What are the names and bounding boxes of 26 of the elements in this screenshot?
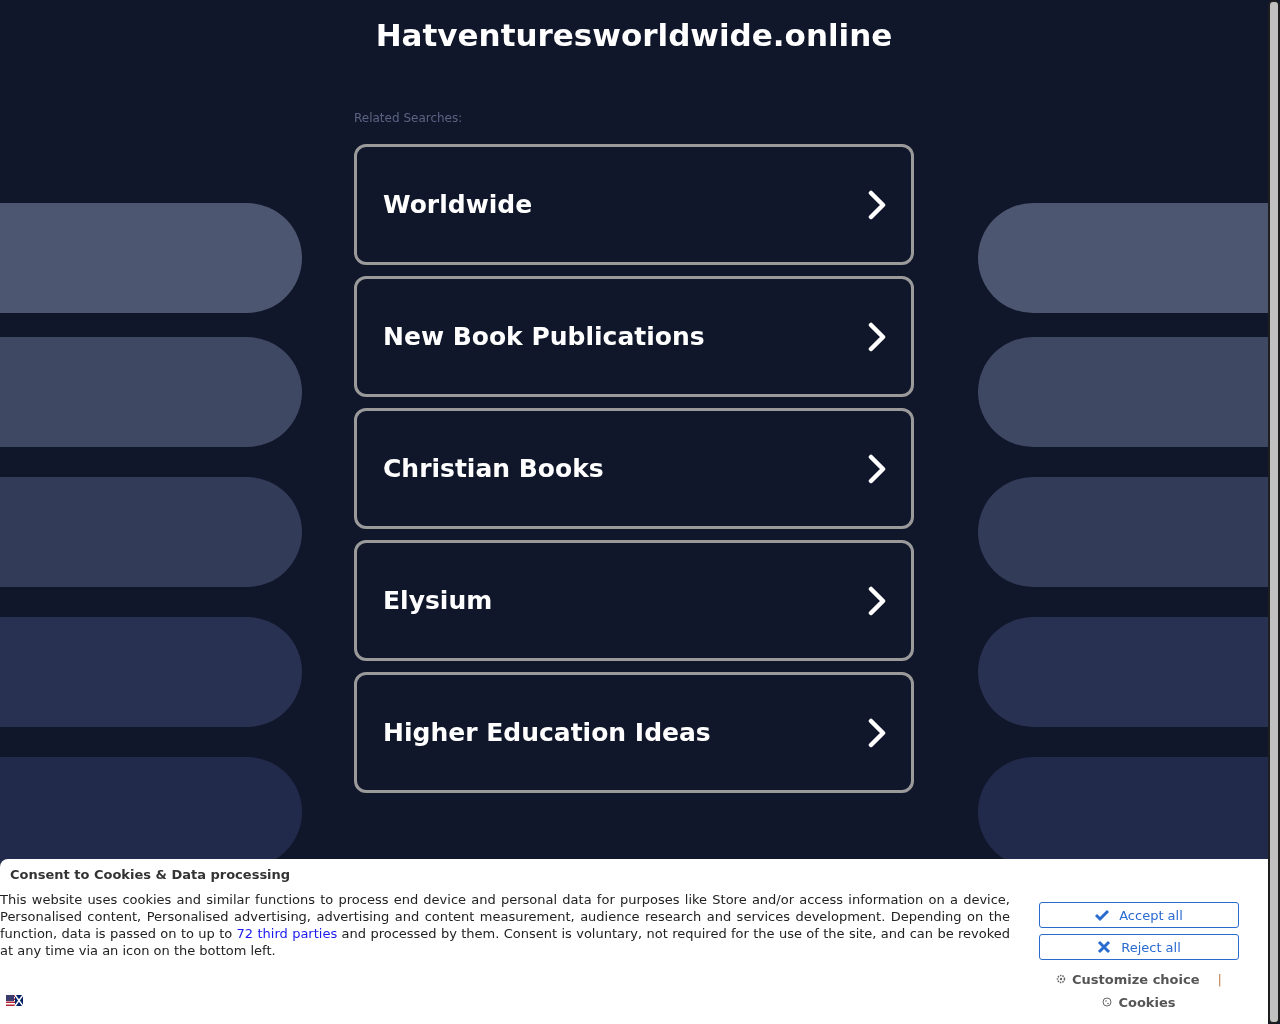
flag-icon[interactable] <box>6 995 23 1006</box>
related-search-link[interactable]: Elysium <box>354 540 914 661</box>
related-searches-label: Related Searches: <box>354 110 464 126</box>
consent-text: This website uses cookies and similar functions to process end device and personal data for purposes like Store and/or access information on a device, Personalised content, Personalised advertising, advertising and content measurement, audience research and services development. Depending on the function, data is passed on to up to 72 third parties and processed by them. Consent is voluntary, not required for the use of the site, and can be revoked at any time via an icon on the bottom left. <box>0 891 1010 959</box>
separator-text: | <box>1217 971 1222 987</box>
related-search-link[interactable]: New Book Publications <box>354 276 914 397</box>
cookies-link[interactable]: Cookies <box>1118 994 1176 1010</box>
related-search-link[interactable]: Higher Education Ideas <box>354 672 914 793</box>
third-parties-link[interactable]: 72 third parties <box>236 926 338 941</box>
consent-title: Consent to Cookies & Data processing <box>10 867 292 882</box>
chevron-right-icon <box>867 585 887 616</box>
chevron-right-icon <box>867 453 887 484</box>
reject-all-button[interactable]: Reject all <box>1039 934 1239 960</box>
scrollbar-thumb[interactable] <box>1268 0 1280 1024</box>
cookie-icon <box>1102 997 1113 1007</box>
site-title: Hatventuresworldwide.online <box>375 16 893 55</box>
chevron-right-icon <box>867 321 887 352</box>
chevron-right-icon <box>867 717 887 748</box>
settings-icon <box>1056 974 1067 984</box>
customize-choice-link[interactable]: Customize choice <box>1072 971 1200 987</box>
related-search-link[interactable]: Christian Books <box>354 408 914 529</box>
checkmark-icon <box>1095 908 1110 922</box>
accept-all-button[interactable]: Accept all <box>1039 902 1239 928</box>
related-search-link[interactable]: Worldwide <box>354 144 914 265</box>
close-icon <box>1097 940 1112 954</box>
chevron-right-icon <box>867 189 887 220</box>
